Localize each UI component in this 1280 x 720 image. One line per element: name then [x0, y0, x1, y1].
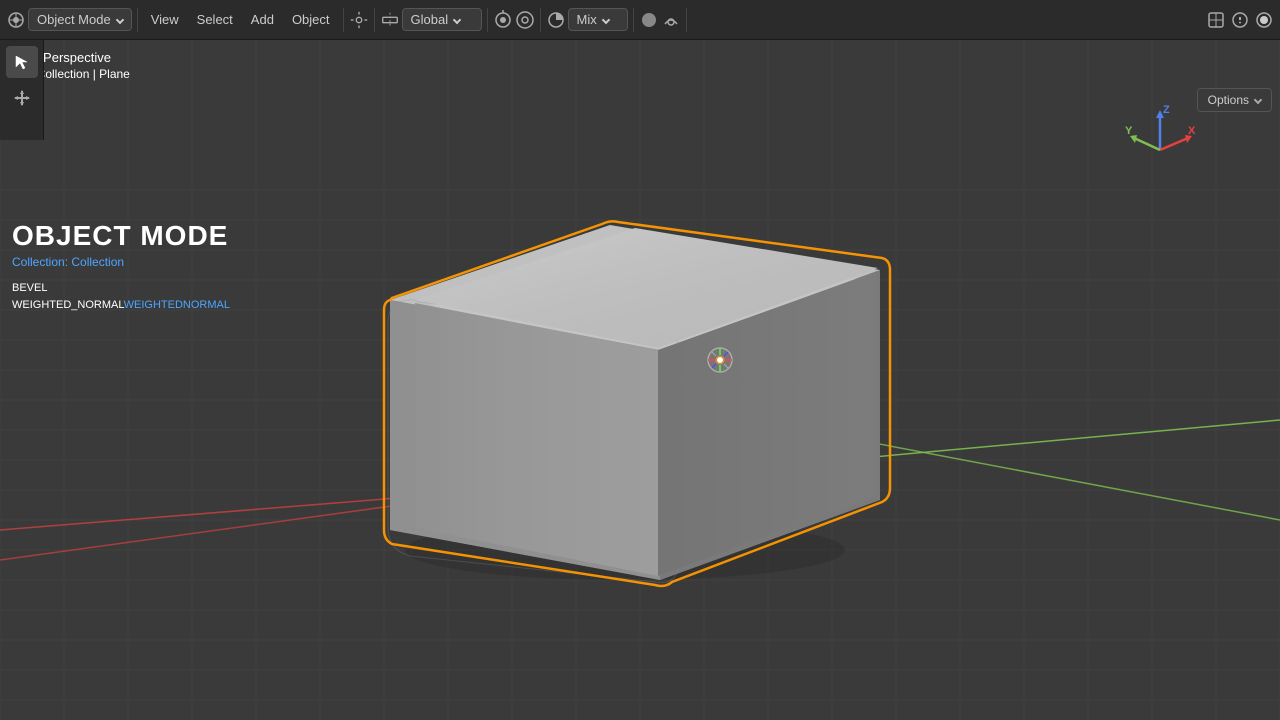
global-chevron-icon — [453, 15, 461, 23]
select-menu[interactable]: Select — [189, 8, 241, 31]
move-tool-button[interactable] — [6, 82, 38, 114]
object-mode-icon — [6, 10, 26, 30]
separator-1 — [137, 8, 138, 32]
gizmo-icon[interactable] — [1206, 10, 1226, 30]
viewport[interactable]: User Perspective (18) Collection | Plane… — [0, 40, 1280, 720]
add-menu[interactable]: Add — [243, 8, 282, 31]
render-icon[interactable] — [1254, 10, 1274, 30]
separator-4 — [487, 8, 488, 32]
separator-3 — [374, 8, 375, 32]
left-tool-panel — [0, 40, 44, 140]
mode-chevron-icon — [115, 15, 123, 23]
viewport-shading-solid-icon[interactable] — [639, 10, 659, 30]
overlay-icon[interactable] — [1230, 10, 1250, 30]
proportional-icon[interactable] — [515, 10, 535, 30]
view-menu[interactable]: View — [143, 8, 187, 31]
separator-6 — [633, 8, 634, 32]
separator-5 — [540, 8, 541, 32]
object-menu[interactable]: Object — [284, 8, 338, 31]
options-label: Options — [1208, 93, 1249, 107]
viewport-options-button[interactable]: Options — [1197, 88, 1272, 112]
shading-icon[interactable] — [546, 10, 566, 30]
transform-space-icon — [380, 10, 400, 30]
separator-7 — [686, 8, 687, 32]
viewport-overlays-icon[interactable] — [661, 10, 681, 30]
top-toolbar: Object Mode View Select Add Object Globa… — [0, 0, 1280, 40]
mix-selector[interactable]: Mix — [568, 8, 628, 31]
transform-origin-icon[interactable] — [349, 10, 369, 30]
options-chevron-icon — [1254, 96, 1262, 104]
object-mode-selector[interactable]: Object Mode — [28, 8, 132, 31]
mix-chevron-icon — [601, 15, 609, 23]
separator-2 — [343, 8, 344, 32]
snap-icon[interactable] — [493, 10, 513, 30]
select-tool-button[interactable] — [6, 46, 38, 78]
global-selector[interactable]: Global — [402, 8, 482, 31]
object-mode-label: Object Mode — [37, 12, 111, 27]
